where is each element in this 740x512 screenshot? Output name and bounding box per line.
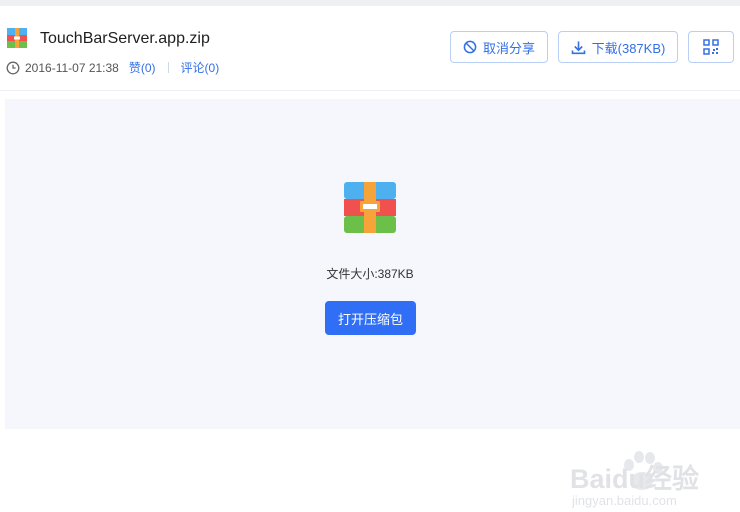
upload-date: 2016-11-07 21:38 [25, 60, 119, 75]
file-meta: 2016-11-07 21:38 赞(0) 评论(0) [6, 59, 219, 76]
clock-icon [6, 61, 20, 74]
preview-area: 文件大小:387KB 打开压缩包 Baidu经验 jingyan.baidu.c… [5, 99, 740, 508]
cancel-share-button[interactable]: 取消分享 [450, 31, 548, 63]
download-button[interactable]: 下载(387KB) [558, 31, 678, 63]
watermark-logo-text: Baidu经验 [570, 464, 700, 494]
download-label: 下载(387KB) [591, 40, 666, 56]
download-icon [571, 41, 585, 54]
qr-code-icon [703, 39, 719, 55]
file-header: TouchBarServer.app.zip 2016-11-07 21:38 … [0, 6, 740, 91]
like-link[interactable]: 赞(0) [129, 59, 156, 76]
baidu-jingyan-watermark: Baidu经验 jingyan.baidu.com [570, 447, 740, 512]
qr-code-button[interactable] [688, 31, 734, 63]
file-size-text: 文件大小:387KB [326, 267, 414, 281]
comment-link[interactable]: 评论(0) [181, 59, 220, 76]
zip-archive-icon [344, 182, 396, 233]
divider [167, 62, 169, 73]
cancel-share-label: 取消分享 [482, 40, 535, 56]
watermark-url-text: jingyan.baidu.com [572, 493, 677, 508]
file-name: TouchBarServer.app.zip [40, 30, 210, 47]
zip-file-icon [7, 28, 27, 48]
open-archive-button[interactable]: 打开压缩包 [325, 301, 416, 335]
ban-icon [463, 40, 477, 54]
